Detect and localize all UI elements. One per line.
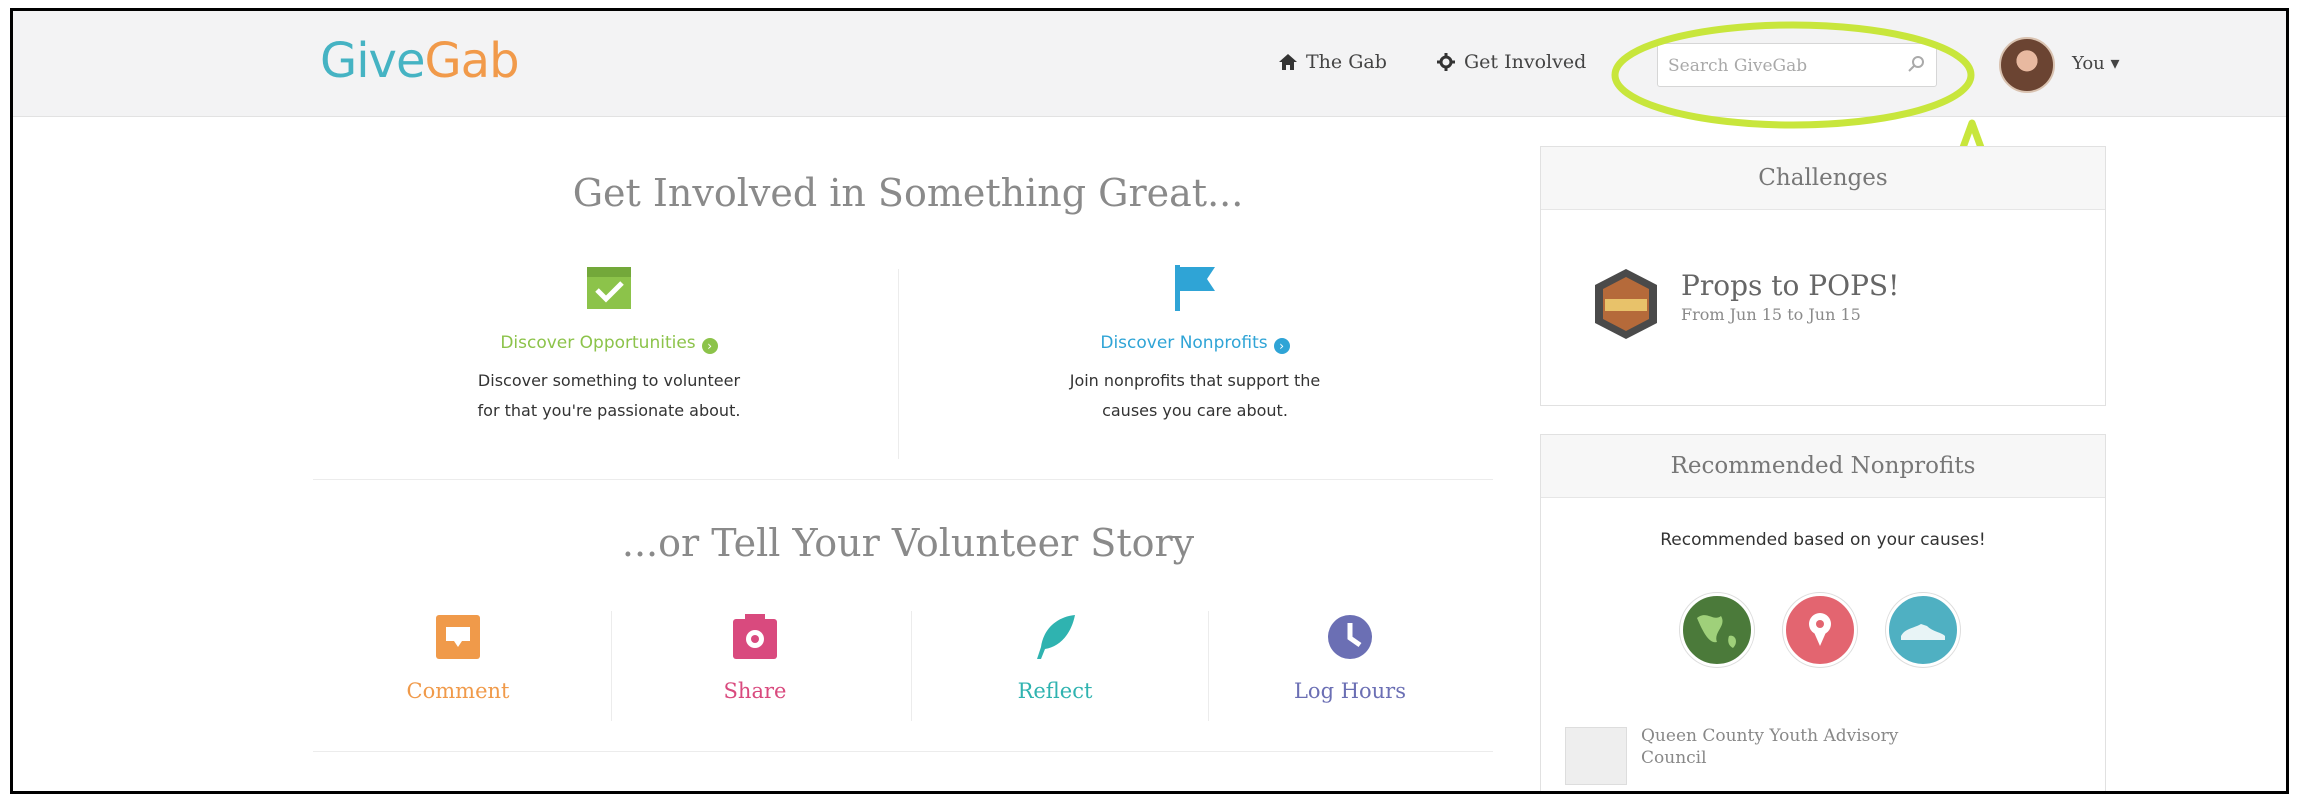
calendar-check-icon: [587, 267, 631, 309]
challenge-badge-icon[interactable]: [1591, 267, 1661, 341]
np-desc-line1: Join nonprofits that support the: [1069, 371, 1321, 390]
nav-the-gab-label: The Gab: [1306, 51, 1387, 73]
log-hours-label: Log Hours: [1293, 679, 1406, 703]
app-window: GiveGab The Gab Get Involved You ▾ Get I…: [10, 8, 2289, 794]
divider: [313, 751, 1493, 752]
discover-nonprofits-label: Discover Nonprofits: [1100, 333, 1268, 353]
nonprofit-pin-icon[interactable]: [1783, 593, 1857, 667]
discover-nonprofits-description: Join nonprofits that support the causes …: [1015, 366, 1375, 426]
top-nav-bar: GiveGab The Gab Get Involved You ▾: [13, 11, 2286, 117]
caret-down-icon: ▾: [2104, 53, 2120, 74]
nav-get-involved-link[interactable]: Get Involved: [1436, 51, 1586, 73]
home-icon: [1279, 54, 1297, 70]
search-box: [1657, 43, 1937, 87]
discover-nonprofits-card: Discover Nonprofits › Join nonprofits tha…: [1015, 259, 1375, 426]
recommended-nonprofits-header: Recommended Nonprofits: [1541, 435, 2105, 498]
shoe-icon: [1901, 624, 1945, 640]
user-menu-toggle[interactable]: You ▾: [2072, 53, 2120, 74]
gear-icon: [1437, 53, 1455, 71]
recommended-nonprofits-panel: Recommended Nonprofits Recommended based…: [1540, 434, 2106, 791]
divider: [911, 611, 912, 721]
arrow-circle-icon: ›: [1273, 338, 1290, 354]
comment-icon: [436, 615, 480, 659]
tell-story-heading: ...or Tell Your Volunteer Story: [621, 521, 1195, 565]
divider: [611, 611, 612, 721]
divider: [898, 269, 899, 459]
logo-give-text: Give: [320, 33, 425, 89]
map-pin-icon: [1809, 613, 1831, 646]
discover-opportunities-card: Discover Opportunities › Discover somethi…: [429, 259, 789, 426]
comment-label: Comment: [406, 679, 510, 703]
challenges-panel: Challenges Props to POPS! From Jun 15 to…: [1540, 146, 2106, 406]
challenge-dates: From Jun 15 to Jun 15: [1681, 305, 1861, 324]
reflect-label: Reflect: [1017, 679, 1093, 703]
recommended-subtitle: Recommended based on your causes!: [1660, 530, 1986, 550]
feather-icon: [1037, 615, 1075, 659]
reflect-action[interactable]: Reflect: [965, 611, 1145, 703]
nav-get-involved-label: Get Involved: [1464, 51, 1587, 73]
log-hours-action[interactable]: Log Hours: [1260, 611, 1440, 703]
logo-gab-text: Gab: [424, 33, 519, 89]
discover-opportunities-label: Discover Opportunities: [500, 333, 696, 353]
nonprofit-name-link[interactable]: Queen County Youth Advisory Council: [1641, 725, 1981, 769]
share-action[interactable]: Share: [665, 611, 845, 703]
challenges-header: Challenges: [1541, 147, 2105, 210]
search-icon[interactable]: [1906, 54, 1926, 74]
globe-icon: [1697, 615, 1736, 648]
share-label: Share: [723, 679, 787, 703]
arrow-circle-icon: ›: [701, 338, 718, 354]
np-desc-line2: causes you care about.: [1102, 401, 1288, 420]
opp-desc-line1: Discover something to volunteer: [477, 371, 741, 390]
divider: [313, 479, 1493, 480]
user-avatar[interactable]: [1999, 37, 2055, 93]
opp-desc-line2: for that you're passionate about.: [477, 401, 741, 420]
comment-action[interactable]: Comment: [368, 611, 548, 703]
user-name-label: You: [2072, 53, 2105, 74]
givegab-logo[interactable]: GiveGab: [320, 33, 520, 89]
flag-icon: [1175, 265, 1215, 311]
nav-the-gab-link[interactable]: The Gab: [1278, 51, 1387, 73]
get-involved-heading: Get Involved in Something Great...: [572, 171, 1244, 215]
nonprofit-name-line2: Council: [1641, 748, 1707, 768]
challenge-title-link[interactable]: Props to POPS!: [1681, 269, 1899, 302]
divider: [1208, 611, 1209, 721]
nonprofit-name-line1: Queen County Youth Advisory: [1641, 726, 1899, 746]
discover-opportunities-link[interactable]: Discover Opportunities ›: [429, 333, 789, 354]
nonprofit-logo-placeholder: [1565, 727, 1627, 785]
search-input[interactable]: [1666, 50, 1895, 82]
discover-nonprofits-link[interactable]: Discover Nonprofits ›: [1015, 333, 1375, 354]
clock-icon: [1328, 615, 1372, 659]
nonprofit-globe-icon[interactable]: [1680, 593, 1754, 667]
nonprofit-shoe-icon[interactable]: [1886, 593, 1960, 667]
camera-icon: [733, 614, 777, 659]
discover-opportunities-description: Discover something to volunteer for that…: [429, 366, 789, 426]
